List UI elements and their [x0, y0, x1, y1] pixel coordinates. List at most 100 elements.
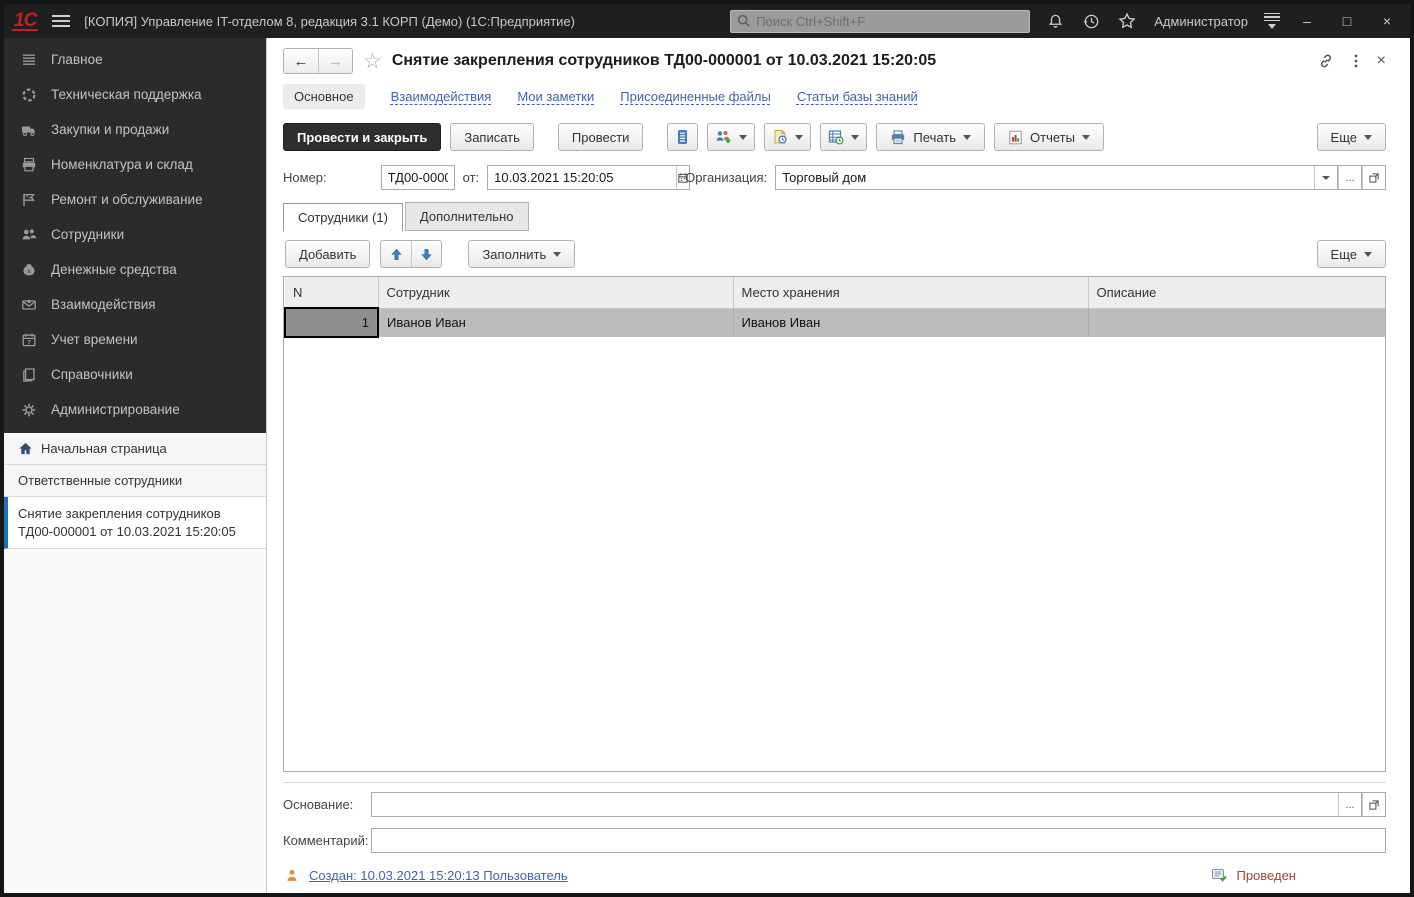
navlink-knowledge-base[interactable]: Статьи базы знаний — [797, 89, 918, 104]
minimize-button[interactable]: – — [1294, 10, 1320, 32]
organization-label: Организация: — [685, 170, 767, 185]
basis-row: Основание: ... — [283, 783, 1386, 819]
home-page-label: Начальная страница — [41, 441, 167, 456]
add-employees-icon — [715, 129, 732, 145]
basis-label: Основание: — [283, 797, 363, 812]
assign-employees-button[interactable] — [707, 123, 755, 151]
comment-field[interactable] — [371, 828, 1386, 853]
table-empty-area[interactable] — [284, 338, 1385, 771]
register-records-button[interactable] — [667, 123, 698, 151]
reports-button[interactable]: Отчеты — [994, 123, 1104, 151]
sidebar-item-administration[interactable]: Администрирование — [4, 392, 266, 427]
table-header-row: N Сотрудник Место хранения Описание — [285, 277, 1385, 308]
organization-choose-button[interactable]: ... — [1338, 165, 1362, 190]
post-button[interactable]: Провести — [558, 123, 644, 151]
open-page-responsible-employees[interactable]: Ответственные сотрудники — [4, 465, 266, 497]
sidebar-item-repair-service[interactable]: Ремонт и обслуживание — [4, 182, 266, 217]
organization-open-icon[interactable] — [1362, 165, 1386, 190]
created-by-link[interactable]: Создан: 10.03.2021 15:20:13 Пользователь — [309, 868, 568, 883]
post-and-close-button[interactable]: Провести и закрыть — [283, 123, 441, 151]
close-window-button[interactable]: × — [1374, 10, 1400, 32]
basis-field[interactable] — [371, 792, 1338, 817]
cell-employee[interactable]: Иванов Иван — [378, 308, 733, 337]
sidebar-item-label: Учет времени — [51, 332, 138, 347]
column-header-n[interactable]: N — [285, 277, 378, 308]
column-header-storage[interactable]: Место хранения — [733, 277, 1088, 308]
document-schedule-icon — [772, 129, 788, 145]
sidebar-item-time-tracking[interactable]: 7 Учет времени — [4, 322, 266, 357]
money-icon: s — [20, 261, 38, 279]
table-more-button[interactable]: Еще — [1317, 240, 1386, 268]
sidebar-item-main[interactable]: Главное — [4, 42, 266, 77]
table-more-label: Еще — [1331, 247, 1357, 262]
sidebar-item-label: Сотрудники — [51, 227, 124, 242]
move-row-down-icon[interactable] — [411, 241, 441, 267]
fill-button[interactable]: Заполнить — [468, 240, 575, 268]
global-search[interactable] — [730, 10, 1030, 33]
home-page-item[interactable]: Начальная страница — [4, 433, 266, 465]
tab-additional[interactable]: Дополнительно — [405, 202, 529, 231]
service-menu-icon[interactable] — [1264, 13, 1280, 30]
move-row-up-icon[interactable] — [381, 241, 411, 267]
current-user[interactable]: Администратор — [1152, 14, 1250, 29]
add-row-button[interactable]: Добавить — [285, 240, 370, 268]
sidebar-item-label: Администрирование — [51, 402, 180, 417]
sidebar-item-label: Техническая поддержка — [51, 87, 202, 102]
sidebar-item-label: Главное — [51, 52, 103, 67]
date-label: от: — [463, 170, 480, 185]
sidebar-item-references[interactable]: Справочники — [4, 357, 266, 392]
history-icon[interactable] — [1080, 10, 1102, 32]
open-page-current-document[interactable]: Снятие закрепления сотрудников ТД00-0000… — [4, 497, 266, 549]
schedule-table-button[interactable] — [820, 123, 867, 151]
more-button[interactable]: Еще — [1317, 123, 1386, 151]
navlink-my-notes[interactable]: Мои заметки — [517, 89, 594, 104]
basis-field-group: ... — [371, 792, 1386, 817]
basis-choose-button[interactable]: ... — [1338, 792, 1362, 817]
organization-field[interactable] — [775, 165, 1314, 190]
sidebar-item-interactions[interactable]: Взаимодействия — [4, 287, 266, 322]
date-field[interactable] — [487, 165, 676, 190]
sidebar-item-nomenclature-warehouse[interactable]: Номенклатура и склад — [4, 147, 266, 182]
favorites-star-icon[interactable] — [1116, 10, 1138, 32]
sidebar-item-purchases-sales[interactable]: Закупки и продажи — [4, 112, 266, 147]
notifications-bell-icon[interactable] — [1044, 10, 1066, 32]
document-fields: Номер: от: Организация: ... — [283, 161, 1386, 200]
basis-open-icon[interactable] — [1362, 792, 1386, 817]
cell-storage[interactable]: Иванов Иван — [733, 308, 1088, 337]
cell-row-number[interactable]: 1 — [285, 308, 378, 337]
main-menu-icon[interactable] — [52, 15, 70, 27]
forward-button[interactable]: → — [318, 49, 352, 73]
print-button[interactable]: Печать — [876, 123, 985, 151]
svg-text:7: 7 — [27, 339, 31, 346]
number-field[interactable] — [381, 165, 455, 190]
tab-employees[interactable]: Сотрудники (1) — [283, 203, 403, 232]
mail-icon — [20, 296, 38, 314]
fill-label: Заполнить — [482, 247, 546, 262]
cell-description[interactable] — [1088, 308, 1385, 337]
sidebar-item-employees[interactable]: Сотрудники — [4, 217, 266, 252]
time-calendar-icon: 7 — [20, 331, 38, 349]
sidebar-item-money[interactable]: s Денежные средства — [4, 252, 266, 287]
close-document-icon[interactable]: × — [1377, 52, 1386, 70]
column-header-description[interactable]: Описание — [1088, 277, 1385, 308]
reports-label: Отчеты — [1030, 130, 1075, 145]
sidebar-item-tech-support[interactable]: Техническая поддержка — [4, 77, 266, 112]
save-button[interactable]: Записать — [450, 123, 534, 151]
get-link-icon[interactable] — [1317, 52, 1335, 70]
search-icon — [737, 14, 751, 28]
document-status-bar: Создан: 10.03.2021 15:20:13 Пользователь… — [283, 855, 1386, 893]
navlink-interactions[interactable]: Взаимодействия — [391, 89, 492, 104]
maximize-button[interactable]: □ — [1334, 10, 1360, 32]
navlink-main[interactable]: Основное — [283, 84, 365, 109]
schedule-document-button[interactable] — [764, 123, 811, 151]
search-input[interactable] — [756, 14, 1023, 29]
gear-icon — [20, 401, 38, 419]
add-to-favorites-star-icon[interactable]: ☆ — [363, 51, 382, 72]
column-header-employee[interactable]: Сотрудник — [378, 277, 733, 308]
navlink-attached-files[interactable]: Присоединенные файлы — [620, 89, 771, 104]
table-row[interactable]: 1 Иванов Иван Иванов Иван — [285, 308, 1385, 337]
organization-dropdown-button[interactable] — [1314, 165, 1338, 190]
table-toolbar: Добавить Заполнить Еще — [283, 231, 1386, 276]
back-button[interactable]: ← — [284, 49, 318, 73]
more-actions-dots-icon[interactable] — [1353, 53, 1359, 69]
